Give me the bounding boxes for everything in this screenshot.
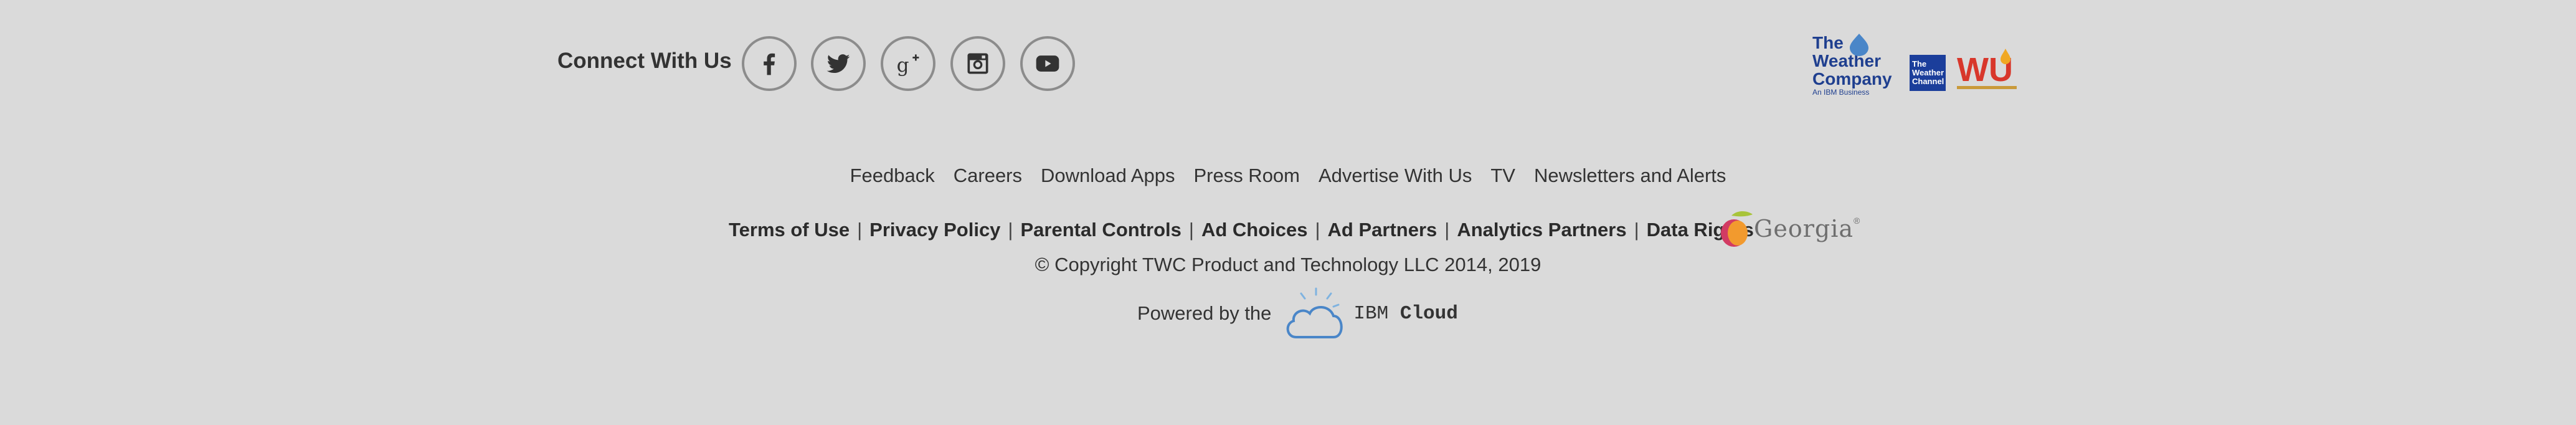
weather-channel-logo[interactable]: The Weather Channel	[1910, 55, 1946, 91]
youtube-icon	[1036, 55, 1059, 72]
ibm-cloud-icon	[1287, 287, 1343, 338]
copyright-text: © Copyright TWC Product and Technology L…	[1035, 254, 1541, 275]
google-plus-icon: g	[897, 54, 919, 77]
ibm-text: IBM	[1353, 302, 1389, 325]
wu-logo-icon: WU	[1957, 49, 2017, 89]
footer-nav: Feedback Careers Download Apps Press Roo…	[0, 165, 2576, 187]
parental-controls-link[interactable]: Parental Controls	[1020, 219, 1181, 241]
weather-company-logo[interactable]: The Weather Company An IBM Business	[1812, 34, 1900, 97]
analytics-partners-link[interactable]: Analytics Partners	[1457, 219, 1626, 241]
privacy-policy-link[interactable]: Privacy Policy	[869, 219, 1000, 241]
advertise-link[interactable]: Advertise With Us	[1319, 165, 1472, 187]
ad-partners-link[interactable]: Ad Partners	[1328, 219, 1437, 241]
google-plus-link[interactable]: g	[881, 36, 935, 91]
facebook-icon	[764, 53, 775, 75]
feedback-link[interactable]: Feedback	[850, 165, 935, 187]
ad-choices-link[interactable]: Ad Choices	[1201, 219, 1308, 241]
registered-mark: ®	[1854, 216, 1860, 226]
georgia-logo[interactable]: Georgia ®	[1719, 208, 1860, 249]
svg-text:g: g	[897, 54, 909, 77]
legal-links: Terms of Use | Privacy Policy | Parental…	[729, 219, 1754, 241]
instagram-link[interactable]	[950, 36, 1005, 91]
peach-icon	[1721, 211, 1753, 247]
cloud-text: Cloud	[1399, 302, 1458, 325]
twc-line3: Company	[1812, 69, 1892, 88]
separator: |	[1188, 219, 1194, 241]
terms-of-use-link[interactable]: Terms of Use	[729, 219, 850, 241]
ibm-cloud-brand[interactable]: IBM Cloud	[1353, 303, 1457, 325]
powered-by: Powered by the IBM Cloud	[1137, 286, 1458, 341]
channel-line1: The	[1912, 59, 1927, 69]
georgia-text: Georgia	[1754, 215, 1854, 242]
separator: |	[1634, 219, 1639, 241]
newsletters-link[interactable]: Newsletters and Alerts	[1534, 165, 1726, 187]
channel-line2: Weather	[1912, 68, 1944, 77]
twitter-link[interactable]	[811, 36, 866, 91]
separator: |	[857, 219, 863, 241]
channel-line3: Channel	[1912, 77, 1944, 86]
separator: |	[1444, 219, 1450, 241]
water-drop-icon	[1850, 34, 1868, 56]
tv-link[interactable]: TV	[1490, 165, 1515, 187]
instagram-icon	[967, 53, 988, 74]
connect-with-us-label: Connect With Us	[557, 49, 732, 73]
weather-underground-logo[interactable]: WU	[1956, 46, 2018, 97]
twitter-icon	[826, 54, 850, 74]
separator: |	[1008, 219, 1013, 241]
separator: |	[1315, 219, 1320, 241]
facebook-link[interactable]	[742, 36, 797, 91]
press-room-link[interactable]: Press Room	[1193, 165, 1300, 187]
powered-by-label: Powered by the	[1137, 302, 1272, 324]
twc-sub: An IBM Business	[1812, 88, 1870, 97]
download-apps-link[interactable]: Download Apps	[1041, 165, 1175, 187]
careers-link[interactable]: Careers	[954, 165, 1022, 187]
youtube-link[interactable]	[1020, 36, 1075, 91]
